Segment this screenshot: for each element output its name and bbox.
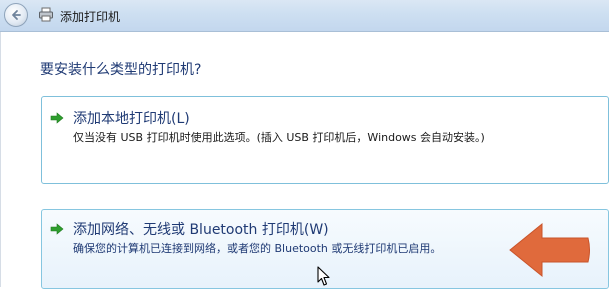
option-description: 确保您的计算机已连接到网络，或者您的 Bluetooth 或无线打印机已启用。 <box>73 242 442 255</box>
mouse-cursor-icon <box>317 266 330 286</box>
orange-pointer-arrow-icon <box>509 222 590 278</box>
back-button[interactable] <box>4 3 28 27</box>
window-title: 添加打印机 <box>60 10 121 24</box>
back-arrow-icon <box>12 10 21 20</box>
green-arrow-icon <box>50 112 64 124</box>
green-arrow-icon <box>50 223 64 235</box>
option-title: 添加本地打印机(L) <box>73 111 190 127</box>
option-description: 仅当没有 USB 打印机时使用此选项。(插入 USB 打印机后，Windows … <box>73 131 485 144</box>
option-title: 添加网络、无线或 Bluetooth 打印机(W) <box>73 222 329 238</box>
title-bar: 添加打印机 <box>0 0 609 32</box>
add-local-printer-option[interactable]: 添加本地打印机(L) 仅当没有 USB 打印机时使用此选项。(插入 USB 打印… <box>41 96 609 184</box>
page-question: 要安装什么类型的打印机? <box>40 62 202 78</box>
printer-icon <box>39 7 53 22</box>
